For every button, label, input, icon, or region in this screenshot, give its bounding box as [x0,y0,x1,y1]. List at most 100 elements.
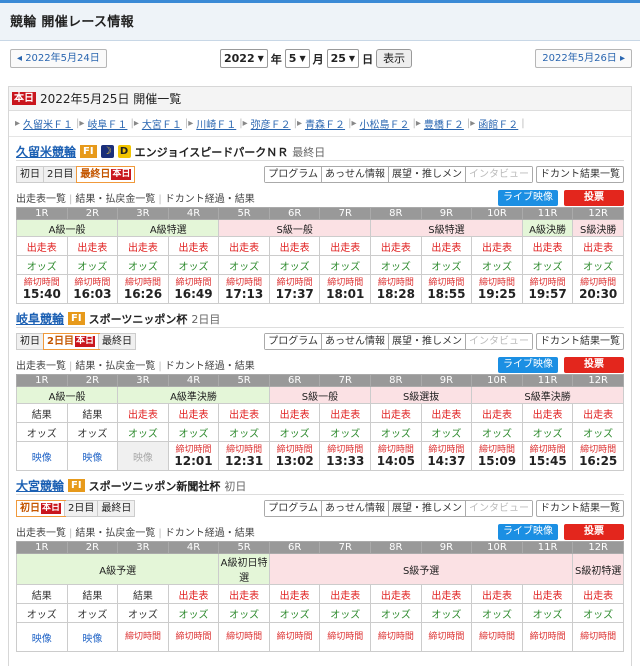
day-tab[interactable]: 最終日 [98,501,135,516]
entry-link[interactable]: 出走表 [471,584,523,604]
odds-link[interactable]: オッズ [521,603,574,623]
entry-link[interactable]: 出走表 [420,584,473,604]
entry-link[interactable]: 出走表 [572,403,624,423]
entry-link[interactable]: 出走表 [319,236,372,256]
odds-link[interactable]: オッズ [572,422,624,442]
odds-link[interactable]: オッズ [66,422,119,442]
odds-link[interactable]: オッズ [420,603,473,623]
odds-link[interactable]: オッズ [268,603,321,623]
summary-link[interactable]: 出走表一覧 [16,528,66,539]
tool-link[interactable]: あっせん情報 [322,334,389,349]
year-select[interactable]: 2022 ▼ [220,49,268,68]
entry-link[interactable]: 出走表 [521,236,574,256]
dokanto-results-link[interactable]: ドカント結果一覧 [536,166,624,183]
odds-link[interactable]: オッズ [66,603,119,623]
odds-link[interactable]: オッズ [420,422,473,442]
odds-link[interactable]: オッズ [218,422,270,442]
entry-link[interactable]: 出走表 [117,403,169,423]
entry-link[interactable]: 出走表 [167,584,220,604]
odds-link[interactable]: オッズ [16,255,68,275]
entry-link[interactable]: 出走表 [167,236,220,256]
odds-link[interactable]: オッズ [319,603,372,623]
odds-link[interactable]: オッズ [521,255,574,275]
entry-link[interactable]: 出走表 [66,236,119,256]
odds-link[interactable]: オッズ [268,255,321,275]
video-link[interactable]: 映像 [117,441,169,471]
venue-name-link[interactable]: 久留米競輪 [16,143,76,160]
video-link[interactable]: 映像 [16,622,68,652]
venue-link[interactable]: 大宮Ｆ１ [142,116,182,131]
video-link[interactable]: 映像 [16,441,68,471]
odds-link[interactable]: オッズ [319,255,372,275]
tool-link[interactable]: あっせん情報 [322,501,389,516]
odds-link[interactable]: オッズ [167,422,220,442]
venue-link[interactable]: 久留米Ｆ１ [23,116,73,131]
tool-link[interactable]: プログラム [265,334,322,349]
odds-link[interactable]: オッズ [117,422,169,442]
show-button[interactable]: 表示 [376,49,413,68]
summary-link[interactable]: 結果・払戻金一覧 [75,528,155,539]
video-link[interactable]: 映像 [66,441,119,471]
next-date-button[interactable]: 2022年5月26日 ▸ [535,49,632,68]
odds-link[interactable]: オッズ [471,255,523,275]
entry-link[interactable]: 出走表 [218,584,270,604]
summary-link[interactable]: ドカント経過・結果 [165,361,255,372]
odds-link[interactable]: オッズ [268,422,321,442]
entry-link[interactable]: 出走表 [218,403,270,423]
entry-link[interactable]: 出走表 [319,403,372,423]
venue-name-link[interactable]: 岐阜競輪 [16,310,64,327]
entry-link[interactable]: 出走表 [471,236,523,256]
live-video-button[interactable]: ライブ映像 [498,523,558,540]
odds-link[interactable]: オッズ [471,422,523,442]
tool-link[interactable]: プログラム [265,501,322,516]
live-video-button[interactable]: ライブ映像 [498,189,558,206]
venue-link[interactable]: 小松島Ｆ２ [359,116,409,131]
entry-link[interactable]: 出走表 [268,236,321,256]
result-link[interactable]: 結果 [16,403,68,423]
tool-link[interactable]: プログラム [265,167,322,182]
day-tab[interactable]: 初日 [17,334,44,349]
tool-link[interactable]: 展望・推しメン [389,167,466,182]
venue-link[interactable]: 函館Ｆ２ [478,116,518,131]
odds-link[interactable]: オッズ [370,422,422,442]
vote-button[interactable]: 投票 [564,356,624,373]
odds-link[interactable]: オッズ [370,255,422,275]
day-select[interactable]: 25 ▼ [326,49,360,68]
day-tab[interactable]: 2日目 [65,501,99,516]
summary-link[interactable]: ドカント経過・結果 [165,528,255,539]
day-tab[interactable]: 初日 本日 [15,500,67,517]
month-select[interactable]: 5 ▼ [284,49,310,68]
entry-link[interactable]: 出走表 [471,403,523,423]
vote-button[interactable]: 投票 [564,523,624,540]
entry-link[interactable]: 出走表 [572,584,624,604]
summary-link[interactable]: 結果・払戻金一覧 [75,361,155,372]
entry-link[interactable]: 出走表 [370,584,422,604]
day-tab[interactable]: 2日目 [44,167,78,182]
dokanto-results-link[interactable]: ドカント結果一覧 [536,333,624,350]
venue-link[interactable]: 青森Ｆ２ [305,116,345,131]
odds-link[interactable]: オッズ [117,255,169,275]
entry-link[interactable]: 出走表 [16,236,68,256]
entry-link[interactable]: 出走表 [572,236,624,256]
result-link[interactable]: 結果 [66,584,119,604]
summary-link[interactable]: 出走表一覧 [16,361,66,372]
entry-link[interactable]: 出走表 [370,403,422,423]
day-tab[interactable]: 最終日 本日 [76,166,136,183]
entry-link[interactable]: 出走表 [268,403,321,423]
venue-link[interactable]: 豊橋Ｆ２ [424,116,464,131]
entry-link[interactable]: 出走表 [521,584,574,604]
result-link[interactable]: 結果 [117,584,169,604]
tool-link[interactable]: 展望・推しメン [389,334,466,349]
venue-link[interactable]: 弥彦Ｆ２ [251,116,291,131]
odds-link[interactable]: オッズ [471,603,523,623]
result-link[interactable]: 結果 [16,584,68,604]
odds-link[interactable]: オッズ [319,422,372,442]
odds-link[interactable]: オッズ [420,255,473,275]
odds-link[interactable]: オッズ [16,603,68,623]
summary-link[interactable]: 結果・払戻金一覧 [75,194,155,205]
day-tab[interactable]: 2日目 本日 [43,333,100,350]
summary-link[interactable]: 出走表一覧 [16,194,66,205]
entry-link[interactable]: 出走表 [370,236,422,256]
odds-link[interactable]: オッズ [218,255,270,275]
odds-link[interactable]: オッズ [370,603,422,623]
